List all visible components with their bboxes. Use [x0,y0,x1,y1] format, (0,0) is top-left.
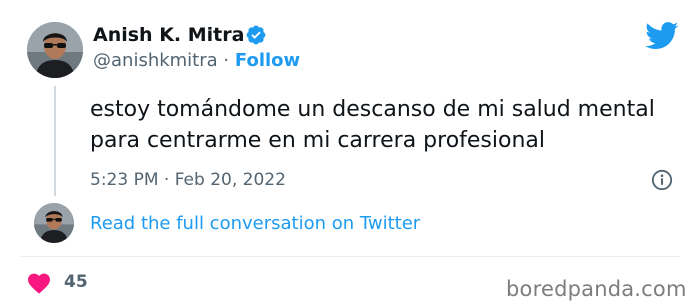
tweet-text: estoy tomándome un descanso de mi salud … [90,97,655,153]
avatar-image [27,22,83,78]
like-count[interactable]: 45 [64,270,88,294]
tweet-timestamp[interactable]: 5:23 PM · Feb 20, 2022 [90,168,286,192]
author-handle[interactable]: @anishkmitra [93,50,218,71]
divider [21,256,680,257]
handle-row: @anishkmitra · Follow [93,49,300,73]
watermark: boredpanda.com [506,277,687,301]
thread-connector-line [54,86,56,196]
info-icon[interactable] [651,169,673,191]
heart-icon[interactable] [27,272,51,294]
author-avatar[interactable] [27,22,83,78]
author-name[interactable]: Anish K. Mitra [93,22,244,48]
reply-avatar[interactable] [34,203,74,243]
avatar-image [34,203,74,243]
read-conversation-link[interactable]: Read the full conversation on Twitter [90,212,420,236]
verified-badge-icon [246,25,266,45]
twitter-bird-icon[interactable] [645,22,679,50]
handle-separator: · [223,50,230,71]
follow-button[interactable]: Follow [235,50,300,71]
